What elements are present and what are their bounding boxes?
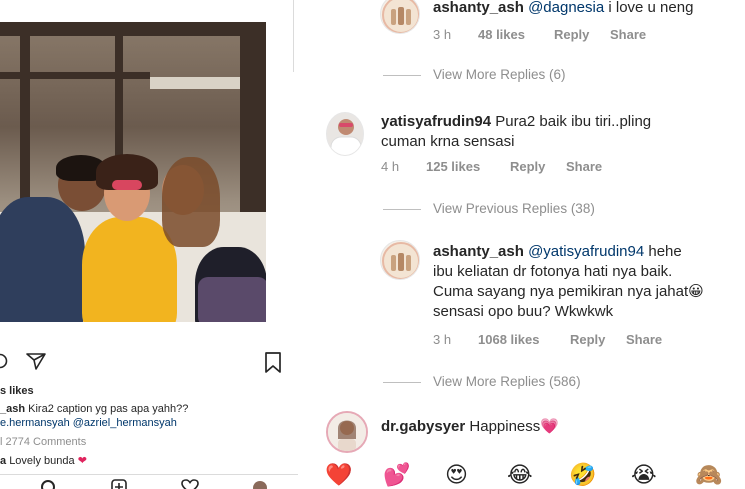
photo-pillar bbox=[240, 22, 266, 222]
comment-likes[interactable]: 125 likes bbox=[426, 159, 480, 174]
add-post-icon[interactable] bbox=[111, 479, 127, 489]
comment-text: ashanty_ash @yatisyafrudin94 hehe ibu ke… bbox=[433, 242, 745, 322]
caption-mentions[interactable]: e.hermansyah @azriel_hermansyah bbox=[0, 416, 298, 430]
photo-beam bbox=[0, 72, 150, 79]
reply-button[interactable]: Reply bbox=[510, 159, 545, 174]
bottom-nav bbox=[0, 474, 298, 489]
comment-mention[interactable]: @dagnesia bbox=[528, 0, 604, 16]
emoji-tears-of-joy[interactable]: 😂 bbox=[507, 464, 533, 488]
commenter-avatar[interactable] bbox=[380, 0, 420, 34]
search-icon[interactable] bbox=[40, 479, 56, 489]
view-more-replies[interactable]: View More Replies (586) bbox=[383, 374, 581, 389]
emoji-quick-bar: ❤️ 💕 😍 😂 🤣 😭 🙈 bbox=[300, 462, 745, 489]
comments-panel: ashanty_ash @dagnesia i love u neng 3 h … bbox=[300, 0, 745, 489]
view-all-comments-link[interactable]: l 2774 Comments bbox=[0, 436, 86, 448]
heart-icon: ❤ bbox=[77, 454, 87, 467]
commenter-avatar[interactable] bbox=[326, 411, 368, 453]
comment-body: i love u neng bbox=[608, 0, 694, 16]
comment-likes[interactable]: 1068 likes bbox=[478, 332, 539, 347]
comment-time: 3 h bbox=[433, 27, 452, 42]
photo-person-man bbox=[0, 197, 85, 322]
comment-text: yatisyafrudin94 Pura2 baik ibu tiri..pli… bbox=[381, 112, 721, 152]
comment-text: ashanty_ash @dagnesia i love u neng bbox=[433, 0, 743, 18]
commenter-avatar[interactable] bbox=[326, 112, 364, 156]
emoji-rolling-laughing[interactable]: 🤣 bbox=[569, 464, 596, 488]
photo-person-yellow-dress bbox=[82, 217, 177, 322]
preview-comment-text: Lovely bunda bbox=[9, 455, 75, 467]
share-button[interactable]: Share bbox=[610, 27, 646, 42]
comment-body: Happiness💗 bbox=[469, 418, 559, 435]
emoji-red-heart[interactable]: ❤️ bbox=[325, 464, 352, 488]
comment-username[interactable]: ashanty_ash bbox=[433, 243, 524, 260]
share-icon[interactable] bbox=[26, 352, 46, 375]
comment-meta: 3 h 1068 likes Reply Share bbox=[433, 332, 733, 348]
photo-pillar bbox=[20, 22, 30, 212]
emoji-see-no-evil-monkey[interactable]: 🙈 bbox=[695, 464, 722, 488]
comment-meta: 4 h 125 likes Reply Share bbox=[381, 159, 681, 175]
commenter-avatar[interactable] bbox=[380, 240, 420, 280]
comment-likes[interactable]: 48 likes bbox=[478, 27, 525, 42]
comment-icon[interactable] bbox=[0, 352, 10, 375]
save-bookmark-icon[interactable] bbox=[264, 352, 282, 379]
panel-divider bbox=[293, 0, 294, 72]
share-button[interactable]: Share bbox=[626, 332, 662, 347]
view-more-replies[interactable]: View More Replies (6) bbox=[383, 67, 566, 82]
comment-username[interactable]: ashanty_ash bbox=[433, 0, 524, 16]
comment-mention[interactable]: @yatisyafrudin94 bbox=[528, 243, 644, 260]
post-photo[interactable] bbox=[0, 22, 266, 322]
photo-hair bbox=[162, 157, 220, 247]
comment-body-line: Cuma sayang nya pemikiran nya jahat😀 bbox=[433, 283, 704, 300]
comment-text: dr.gabysyer Happiness💗 bbox=[381, 417, 721, 437]
photo-sunglasses bbox=[112, 180, 142, 190]
post-likes[interactable]: s likes bbox=[0, 385, 34, 397]
comment-body-line: ibu keliatan dr fotonya hati nya baik. bbox=[433, 263, 673, 280]
post-caption: _ash Kira2 caption yg pas apa yahh?? e.h… bbox=[0, 402, 298, 430]
comment-time: 4 h bbox=[381, 159, 400, 174]
replies-line bbox=[383, 74, 421, 76]
emoji-heart-eyes[interactable]: 😍 bbox=[445, 464, 468, 488]
profile-avatar-icon[interactable] bbox=[252, 479, 268, 489]
share-button[interactable]: Share bbox=[566, 159, 602, 174]
comment-body-line: cuman krna sensasi bbox=[381, 133, 515, 150]
comment-meta: 3 h 48 likes Reply Share bbox=[433, 27, 733, 43]
photo-shorts bbox=[198, 277, 266, 322]
comment-username[interactable]: yatisyafrudin94 bbox=[381, 113, 491, 130]
view-more-replies-label[interactable]: View More Replies (586) bbox=[433, 374, 581, 389]
view-more-replies-label[interactable]: View More Replies (6) bbox=[433, 67, 566, 82]
replies-line bbox=[383, 381, 421, 383]
comment-username[interactable]: dr.gabysyer bbox=[381, 418, 465, 435]
photo-pillar bbox=[115, 36, 123, 156]
comment-body-line: sensasi opo buu? Wkwkwk bbox=[433, 303, 614, 320]
replies-line bbox=[383, 208, 421, 210]
photo-beam bbox=[0, 22, 266, 36]
reply-button[interactable]: Reply bbox=[570, 332, 605, 347]
comment-body-line: hehe bbox=[648, 243, 682, 260]
reply-button[interactable]: Reply bbox=[554, 27, 589, 42]
post-panel: s likes _ash Kira2 caption yg pas apa ya… bbox=[0, 0, 298, 489]
caption-username[interactable]: _ash bbox=[0, 403, 25, 415]
comment-body-line: Pura2 baik ibu tiri..pling bbox=[495, 113, 652, 130]
comment-time: 3 h bbox=[433, 332, 452, 347]
preview-comment: a Lovely bunda ❤ bbox=[0, 454, 87, 467]
caption-text: Kira2 caption yg pas apa yahh?? bbox=[28, 403, 189, 415]
emoji-crying[interactable]: 😭 bbox=[631, 464, 657, 488]
emoji-two-hearts[interactable]: 💕 bbox=[383, 464, 410, 488]
post-actions bbox=[0, 352, 298, 374]
preview-comment-username[interactable]: a bbox=[0, 455, 6, 467]
view-previous-replies-label[interactable]: View Previous Replies (38) bbox=[433, 201, 595, 216]
activity-heart-icon[interactable] bbox=[181, 479, 199, 489]
view-previous-replies[interactable]: View Previous Replies (38) bbox=[383, 201, 595, 216]
